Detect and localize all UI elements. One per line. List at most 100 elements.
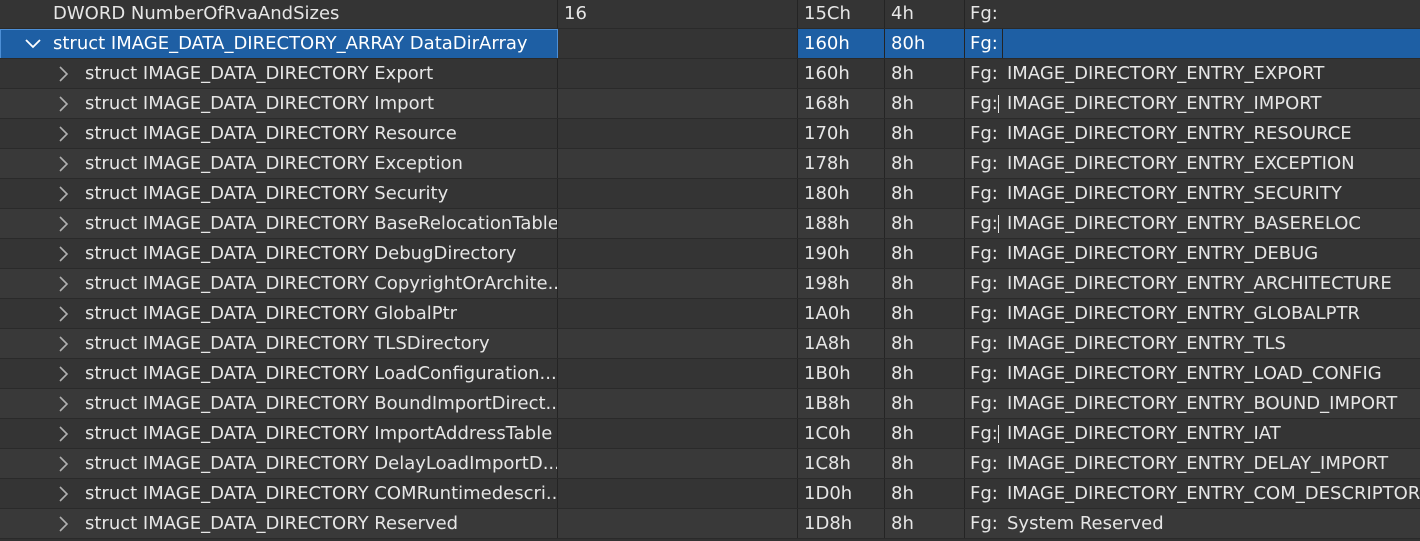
size-cell[interactable]: 8h	[885, 329, 965, 359]
size-cell[interactable]: 8h	[885, 359, 965, 389]
start-cell[interactable]: 178h	[798, 149, 885, 179]
size-cell[interactable]: 8h	[885, 479, 965, 509]
comment-cell[interactable]: IMAGE_DIRECTORY_ENTRY_EXPORT	[1002, 59, 1420, 89]
color-cell[interactable]: Fg:	[965, 389, 1002, 419]
name-cell[interactable]: struct IMAGE_DATA_DIRECTORY Exception	[0, 149, 558, 179]
table-row[interactable]: struct IMAGE_DATA_DIRECTORY LoadConfigur…	[0, 359, 1420, 389]
start-cell[interactable]: 1A8h	[798, 329, 885, 359]
comment-cell[interactable]: IMAGE_DIRECTORY_ENTRY_BASERELOC	[1002, 209, 1420, 239]
chevron-right-icon[interactable]	[52, 179, 74, 209]
value-cell[interactable]	[558, 89, 798, 119]
table-row[interactable]: struct IMAGE_DATA_DIRECTORY Reserved 1D8h…	[0, 509, 1420, 539]
table-row[interactable]: struct IMAGE_DATA_DIRECTORY ImportAddres…	[0, 419, 1420, 449]
comment-cell[interactable]: IMAGE_DIRECTORY_ENTRY_EXCEPTION	[1002, 149, 1420, 179]
table-row[interactable]: struct IMAGE_DATA_DIRECTORY TLSDirectory…	[0, 329, 1420, 359]
start-cell[interactable]: 1D0h	[798, 479, 885, 509]
name-cell[interactable]: struct IMAGE_DATA_DIRECTORY COMRuntimede…	[0, 479, 558, 509]
value-cell[interactable]	[558, 329, 798, 359]
start-cell[interactable]: 170h	[798, 119, 885, 149]
table-row[interactable]: struct IMAGE_DATA_DIRECTORY DebugDirecto…	[0, 239, 1420, 269]
start-cell[interactable]: 160h	[798, 59, 885, 89]
color-cell[interactable]: Fg:	[965, 209, 1002, 239]
value-cell[interactable]: 16	[558, 0, 798, 29]
color-cell[interactable]: Fg:	[965, 0, 1002, 29]
size-cell[interactable]: 80h	[885, 29, 965, 59]
size-cell[interactable]: 4h	[885, 0, 965, 29]
value-cell[interactable]	[558, 359, 798, 389]
comment-cell[interactable]: IMAGE_DIRECTORY_ENTRY_TLS	[1002, 329, 1420, 359]
table-row[interactable]: struct IMAGE_DATA_DIRECTORY Resource 170h…	[0, 119, 1420, 149]
table-row[interactable]: DWORD NumberOfRvaAndSizes 16 15Ch 4h Fg:	[0, 0, 1420, 29]
comment-cell[interactable]: IMAGE_DIRECTORY_ENTRY_SECURITY	[1002, 179, 1420, 209]
comment-cell[interactable]: System Reserved	[1002, 509, 1420, 539]
start-cell[interactable]: 1A0h	[798, 299, 885, 329]
size-cell[interactable]: 8h	[885, 89, 965, 119]
value-cell[interactable]	[558, 389, 798, 419]
chevron-right-icon[interactable]	[52, 419, 74, 449]
chevron-right-icon[interactable]	[52, 449, 74, 479]
comment-cell[interactable]: IMAGE_DIRECTORY_ENTRY_BOUND_IMPORT	[1002, 389, 1420, 419]
name-cell[interactable]: DWORD NumberOfRvaAndSizes	[0, 0, 558, 29]
table-row[interactable]: struct IMAGE_DATA_DIRECTORY_ARRAY DataDi…	[0, 29, 1420, 59]
color-cell[interactable]: Fg:	[965, 419, 1002, 449]
size-cell[interactable]: 8h	[885, 299, 965, 329]
size-cell[interactable]: 8h	[885, 419, 965, 449]
name-cell[interactable]: struct IMAGE_DATA_DIRECTORY ImportAddres…	[0, 419, 558, 449]
chevron-right-icon[interactable]	[52, 59, 74, 89]
start-cell[interactable]: 198h	[798, 269, 885, 299]
name-cell[interactable]: struct IMAGE_DATA_DIRECTORY Reserved	[0, 509, 558, 539]
chevron-right-icon[interactable]	[52, 299, 74, 329]
value-cell[interactable]	[558, 449, 798, 479]
comment-cell[interactable]: IMAGE_DIRECTORY_ENTRY_DEBUG	[1002, 239, 1420, 269]
value-cell[interactable]	[558, 299, 798, 329]
comment-cell[interactable]: IMAGE_DIRECTORY_ENTRY_LOAD_CONFIG	[1002, 359, 1420, 389]
start-cell[interactable]: 190h	[798, 239, 885, 269]
comment-cell[interactable]	[1002, 29, 1420, 59]
value-cell[interactable]	[558, 269, 798, 299]
table-row[interactable]: struct IMAGE_DATA_DIRECTORY Security 180h…	[0, 179, 1420, 209]
chevron-right-icon[interactable]	[52, 119, 74, 149]
start-cell[interactable]: 188h	[798, 209, 885, 239]
color-cell[interactable]: Fg:	[965, 59, 1002, 89]
value-cell[interactable]	[558, 479, 798, 509]
comment-cell[interactable]: IMAGE_DIRECTORY_ENTRY_COM_DESCRIPTOR	[1002, 479, 1420, 509]
name-cell[interactable]: struct IMAGE_DATA_DIRECTORY BoundImportD…	[0, 389, 558, 419]
start-cell[interactable]: 1B0h	[798, 359, 885, 389]
size-cell[interactable]: 8h	[885, 119, 965, 149]
table-row[interactable]: struct IMAGE_DATA_DIRECTORY BoundImportD…	[0, 389, 1420, 419]
chevron-right-icon[interactable]	[52, 329, 74, 359]
value-cell[interactable]	[558, 509, 798, 539]
table-row[interactable]: struct IMAGE_DATA_DIRECTORY GlobalPtr 1A0…	[0, 299, 1420, 329]
value-cell[interactable]	[558, 59, 798, 89]
name-cell[interactable]: struct IMAGE_DATA_DIRECTORY CopyrightOrA…	[0, 269, 558, 299]
table-row[interactable]: struct IMAGE_DATA_DIRECTORY Exception 178…	[0, 149, 1420, 179]
chevron-down-icon[interactable]	[22, 29, 44, 59]
name-cell[interactable]: struct IMAGE_DATA_DIRECTORY BaseRelocati…	[0, 209, 558, 239]
name-cell[interactable]: struct IMAGE_DATA_DIRECTORY Security	[0, 179, 558, 209]
chevron-right-icon[interactable]	[52, 389, 74, 419]
start-cell[interactable]: 1D8h	[798, 509, 885, 539]
start-cell[interactable]: 160h	[798, 29, 885, 59]
size-cell[interactable]: 8h	[885, 269, 965, 299]
start-cell[interactable]: 15Ch	[798, 0, 885, 29]
color-cell[interactable]: Fg:	[965, 239, 1002, 269]
comment-cell[interactable]: IMAGE_DIRECTORY_ENTRY_RESOURCE	[1002, 119, 1420, 149]
size-cell[interactable]: 8h	[885, 149, 965, 179]
name-cell[interactable]: struct IMAGE_DATA_DIRECTORY Import	[0, 89, 558, 119]
chevron-right-icon[interactable]	[52, 149, 74, 179]
color-cell[interactable]: Fg:	[965, 89, 1002, 119]
name-cell[interactable]: struct IMAGE_DATA_DIRECTORY DebugDirecto…	[0, 239, 558, 269]
chevron-right-icon[interactable]	[52, 269, 74, 299]
start-cell[interactable]: 180h	[798, 179, 885, 209]
size-cell[interactable]: 8h	[885, 449, 965, 479]
start-cell[interactable]: 1C0h	[798, 419, 885, 449]
chevron-right-icon[interactable]	[52, 479, 74, 509]
chevron-right-icon[interactable]	[52, 509, 74, 539]
color-cell[interactable]: Fg:	[965, 149, 1002, 179]
comment-cell[interactable]: IMAGE_DIRECTORY_ENTRY_ARCHITECTURE	[1002, 269, 1420, 299]
size-cell[interactable]: 8h	[885, 509, 965, 539]
color-cell[interactable]: Fg:	[965, 359, 1002, 389]
color-cell[interactable]: Fg:	[965, 449, 1002, 479]
name-cell[interactable]: struct IMAGE_DATA_DIRECTORY LoadConfigur…	[0, 359, 558, 389]
start-cell[interactable]: 1B8h	[798, 389, 885, 419]
